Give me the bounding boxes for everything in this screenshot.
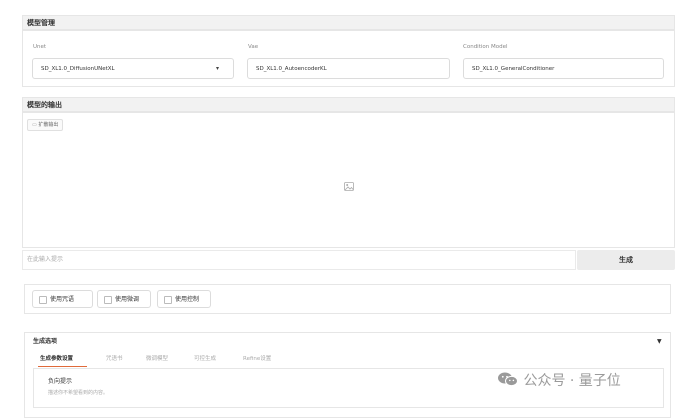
negative-prompt-input[interactable]: 描述你不希望看到的内容。 bbox=[48, 389, 468, 399]
unet-label: Unet bbox=[33, 44, 47, 50]
vae-field-value: SD_XL1.0_AutoencoderKL bbox=[256, 66, 327, 72]
wechat-icon bbox=[497, 372, 523, 389]
unet-select-value: SD_XL1.0_DiffusionUNetXL bbox=[41, 66, 115, 72]
use-control-checkbox[interactable]: 使用控制 bbox=[157, 290, 211, 308]
output-tag: ▭ 扩散输出 bbox=[27, 119, 64, 131]
condition-model-label: Condition Model bbox=[463, 44, 508, 50]
model-management-title: 模型管理 bbox=[27, 19, 55, 27]
condition-model-field[interactable]: SD_XL1.0_GeneralConditioner bbox=[463, 58, 664, 79]
chevron-down-icon: ▾ bbox=[215, 65, 219, 72]
model-output-title: 模型的输出 bbox=[27, 101, 62, 109]
image-small-icon: ▭ bbox=[32, 122, 37, 128]
watermark-brand: 公众号 · 量子位 bbox=[523, 373, 621, 389]
generation-options-title: 生成选项 bbox=[33, 338, 58, 345]
active-tab-indicator bbox=[38, 366, 87, 367]
checkbox-box bbox=[39, 296, 47, 304]
unet-select[interactable]: SD_XL1.0_DiffusionUNetXL ▾ bbox=[32, 58, 234, 79]
negative-prompt-label: 负向提示 bbox=[48, 378, 73, 385]
model-management-header[interactable]: 模型管理 bbox=[22, 15, 675, 30]
checkbox-box bbox=[104, 296, 112, 304]
checkbox-box bbox=[164, 296, 172, 304]
tab-controllable-generation[interactable]: 可控生成 bbox=[194, 353, 216, 365]
use-finetune-checkbox[interactable]: 使用微调 bbox=[97, 290, 151, 308]
watermark: 公众号 · 量子位 bbox=[497, 371, 677, 391]
use-finetune-label: 使用微调 bbox=[115, 296, 140, 303]
output-tag-label: 扩散输出 bbox=[38, 122, 59, 128]
vae-field[interactable]: SD_XL1.0_AutoencoderKL bbox=[247, 58, 450, 79]
prompt-input-placeholder: 在此输入提示 bbox=[27, 256, 64, 263]
negative-prompt-placeholder: 描述你不希望看到的内容。 bbox=[48, 390, 109, 396]
tab-generation-params[interactable]: 生成参数设置 bbox=[40, 353, 73, 365]
vae-label: Vae bbox=[248, 44, 259, 50]
generate-button[interactable]: 生成 bbox=[577, 250, 675, 270]
generate-button-label: 生成 bbox=[619, 256, 633, 264]
use-control-label: 使用控制 bbox=[175, 296, 200, 303]
collapse-toggle-icon[interactable]: ▼ bbox=[657, 336, 662, 348]
condition-model-field-value: SD_XL1.0_GeneralConditioner bbox=[472, 66, 555, 72]
tab-refine-settings[interactable]: Refine设置 bbox=[243, 353, 271, 365]
tab-spell-book[interactable]: 咒语书 bbox=[106, 353, 123, 365]
prompt-input[interactable]: 在此输入提示 bbox=[22, 250, 576, 270]
model-output-header[interactable]: 模型的输出 bbox=[22, 97, 675, 112]
image-icon bbox=[344, 176, 354, 191]
tab-finetune-model[interactable]: 微调模型 bbox=[146, 353, 168, 365]
use-incantation-label: 使用咒语 bbox=[50, 296, 75, 303]
use-incantation-checkbox[interactable]: 使用咒语 bbox=[32, 290, 93, 308]
